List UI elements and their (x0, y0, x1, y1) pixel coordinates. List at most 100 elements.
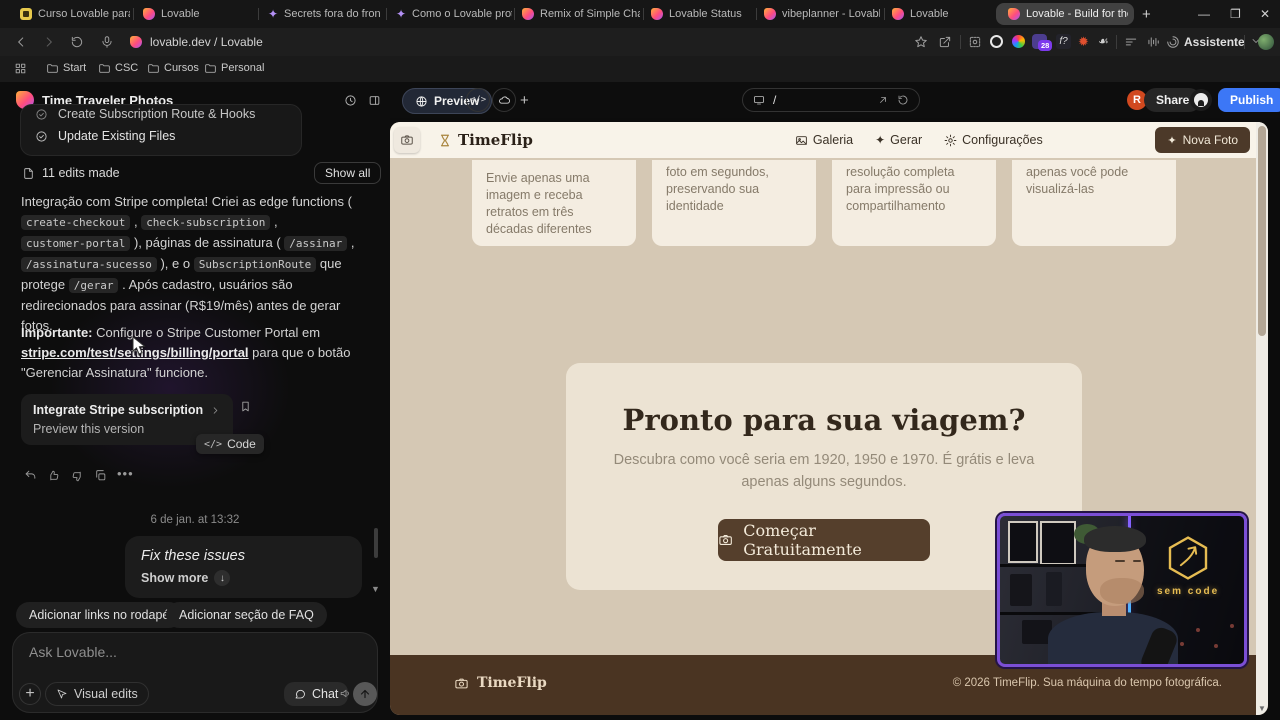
assistant-message-important: Importante: Configure o Stripe Customer … (21, 323, 351, 383)
browser-tab[interactable]: vibeplanner - Lovable (782, 8, 880, 20)
starburst-extension-icon[interactable]: ✹ (1078, 34, 1089, 50)
preview-version-link[interactable]: Preview this version (33, 422, 221, 436)
extension-badge: 28 (1038, 40, 1052, 51)
browser-profile-avatar[interactable] (1258, 34, 1274, 50)
panel-toggle-icon[interactable] (368, 94, 381, 107)
element-picker-camera-button[interactable] (394, 127, 420, 153)
apps-grid-icon[interactable] (14, 62, 27, 75)
scroll-down-indicator-icon[interactable]: ▼ (371, 584, 380, 594)
shelf-box (1010, 574, 1032, 606)
colorwheel-extension-icon[interactable] (1012, 35, 1025, 48)
password-extension-icon[interactable] (990, 35, 1003, 48)
new-photo-button[interactable]: ✦ Nova Foto (1155, 127, 1250, 153)
lovable-heart-icon (143, 8, 155, 20)
url-text[interactable]: lovable.dev / Lovable (150, 35, 263, 49)
fonts-extension-icon[interactable]: f? (1056, 34, 1071, 49)
github-button[interactable] (1190, 89, 1212, 111)
back-icon[interactable] (14, 35, 28, 49)
user-message-bubble: Fix these issues Show more↓ (125, 536, 362, 598)
code-glyph: </> (204, 439, 222, 450)
folder-icon (204, 62, 217, 75)
browser-tab-active[interactable]: Lovable - Build for the we (996, 3, 1134, 25)
person-hair (1084, 526, 1146, 552)
window-close-button[interactable]: ✕ (1260, 7, 1270, 21)
site-header: TimeFlip Galeria ✦ Gerar Configurações ✦… (390, 122, 1268, 158)
reading-list-icon[interactable] (1124, 35, 1138, 49)
send-button[interactable] (353, 682, 377, 706)
mouse-cursor (132, 336, 147, 356)
device-icon (753, 94, 765, 106)
chat-bubble-icon (294, 688, 306, 700)
thumbs-down-icon[interactable] (71, 470, 84, 483)
screen: Curso Lovable para Inician Lovable ✦ Sec… (0, 0, 1280, 720)
browser-tab[interactable]: Lovable (910, 8, 970, 20)
browser-tab-bar: Curso Lovable para Inician Lovable ✦ Sec… (0, 0, 1280, 28)
expand-down-icon[interactable]: ↓ (214, 570, 230, 586)
code-tooltip[interactable]: </> Code (196, 434, 264, 454)
browser-tab[interactable]: Lovable Status (669, 8, 751, 20)
nav-galeria[interactable]: Galeria (795, 133, 853, 147)
feature-card: apenas você pode visualizá-las (1012, 160, 1176, 246)
sidebar-scrollbar-thumb[interactable] (374, 528, 378, 558)
paw-extension-icon[interactable]: ☙ (1098, 34, 1109, 48)
thumbs-up-icon[interactable] (47, 469, 60, 482)
window-restore-button[interactable]: ❐ (1230, 7, 1241, 21)
lovable-heart-icon (651, 8, 663, 20)
copy-icon[interactable] (94, 469, 107, 482)
preview-scrollbar[interactable]: ▼ (1256, 122, 1268, 715)
chat-mode-label: Chat (312, 687, 338, 701)
visual-edits-button[interactable]: Visual edits (45, 682, 149, 706)
mic-icon[interactable] (100, 35, 114, 49)
screenshot-extension-icon[interactable] (968, 35, 982, 49)
folder-icon (147, 62, 160, 75)
bookmark-folder-csc[interactable]: CSC (115, 62, 138, 74)
chat-input[interactable] (27, 643, 331, 661)
footer-copyright: © 2026 TimeFlip. Sua máquina do tempo fo… (953, 677, 1222, 689)
attach-plus-button[interactable]: + (19, 683, 41, 705)
suggestion-chip[interactable]: Adicionar links no rodapé (16, 602, 182, 628)
bookmark-folder-start[interactable]: Start (63, 62, 86, 74)
assistant-label[interactable]: Assistente (1184, 35, 1245, 49)
nav-configuracoes[interactable]: Configurações (944, 133, 1043, 147)
scrollbar-down-arrow-icon[interactable]: ▼ (1258, 704, 1266, 713)
route-input[interactable]: / (742, 88, 920, 112)
bookmark-folder-cursos[interactable]: Cursos (164, 62, 199, 74)
webcam-overlay: sem code (997, 513, 1247, 667)
task-item: Update Existing Files (58, 129, 175, 143)
browser-tab[interactable]: Remix of Simple Chat AI - (540, 8, 640, 20)
browser-tab[interactable]: Secrets fora do front: Inse (284, 8, 380, 20)
show-all-button[interactable]: Show all (314, 162, 381, 184)
visual-edits-label: Visual edits (74, 687, 138, 701)
more-options-icon[interactable]: ••• (117, 466, 134, 481)
nav-gerar[interactable]: ✦ Gerar (875, 133, 922, 147)
undo-icon[interactable] (24, 469, 37, 482)
new-photo-label: Nova Foto (1183, 133, 1238, 147)
share-link-icon[interactable] (938, 35, 952, 49)
browser-tab[interactable]: Curso Lovable para Inician (38, 8, 130, 20)
cloud-button[interactable] (492, 88, 516, 112)
show-more-button[interactable]: Show more (141, 571, 208, 585)
publish-button[interactable]: Publish (1218, 88, 1280, 112)
bookmark-folder-personal[interactable]: Personal (221, 62, 264, 74)
start-free-button[interactable]: Começar Gratuitamente (718, 519, 930, 561)
bookmark-icon[interactable] (239, 400, 252, 413)
browser-tab[interactable]: Lovable (161, 8, 231, 20)
history-icon[interactable] (344, 94, 357, 107)
preview-scrollbar-thumb[interactable] (1258, 126, 1266, 336)
reload-icon[interactable] (70, 35, 84, 49)
chat-sidebar: Create Subscription Route & Hooks Update… (0, 118, 390, 720)
add-panel-button[interactable]: + (520, 92, 529, 109)
forward-icon[interactable] (42, 35, 56, 49)
suggestion-chip[interactable]: Adicionar seção de FAQ (166, 602, 327, 628)
person-eyebrow (1115, 560, 1125, 562)
browser-tab[interactable]: Como o Lovable protege (412, 8, 512, 20)
site-brand[interactable]: TimeFlip (458, 131, 533, 149)
site-nav: Galeria ✦ Gerar Configurações (795, 133, 1043, 147)
new-tab-button[interactable]: + (1142, 6, 1151, 23)
code-view-button[interactable]: </> (466, 88, 490, 112)
equalizer-icon[interactable] (1146, 35, 1160, 49)
voice-icon[interactable] (339, 687, 352, 700)
window-minimize-button[interactable]: — (1198, 7, 1210, 21)
bookmark-star-icon[interactable] (914, 35, 928, 49)
tab-manager-extension-icon[interactable]: 28 (1032, 34, 1047, 49)
